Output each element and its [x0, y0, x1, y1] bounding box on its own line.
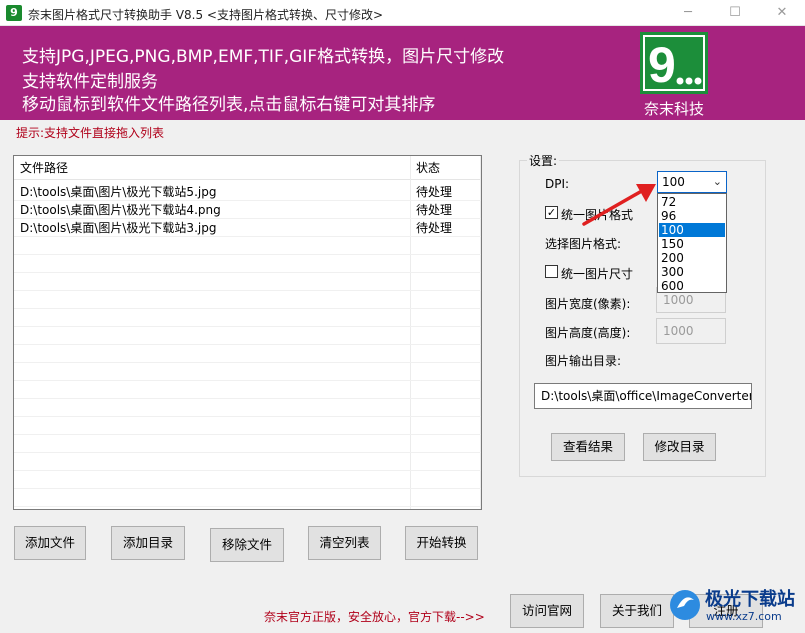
start-convert-button[interactable]: 开始转换 — [405, 526, 478, 560]
output-dir-field[interactable]: D:\tools\桌面\office\ImageConverter — [534, 383, 752, 409]
list-row-divider — [14, 344, 481, 345]
row-path[interactable]: D:\tools\桌面\图片\极光下载站4.png — [20, 201, 221, 219]
settings-label: 设置: — [527, 152, 560, 169]
minimize-button[interactable]: ─ — [665, 0, 711, 26]
dpi-dropdown-list[interactable]: 72 96 100 150 200 300 600 — [657, 193, 727, 293]
list-row-divider — [14, 434, 481, 435]
list-row-divider — [14, 308, 481, 309]
row-status: 待处理 — [416, 185, 453, 199]
promo-text: 奈末官方正版，安全放心，官方下载-->> — [264, 610, 485, 624]
watermark-logo-icon — [670, 590, 700, 620]
list-row-divider — [14, 398, 481, 399]
row-path[interactable]: D:\tools\桌面\图片\极光下载站3.jpg — [20, 219, 216, 237]
list-row-divider — [14, 272, 481, 273]
dpi-option[interactable]: 72 — [659, 195, 725, 209]
list-row-divider — [14, 326, 481, 327]
list-row-divider — [14, 488, 481, 489]
height-input[interactable]: 1000 — [656, 318, 726, 344]
list-row-divider — [14, 452, 481, 453]
column-header-path[interactable]: 文件路径 — [14, 156, 410, 180]
add-directory-button[interactable]: 添加目录 — [111, 526, 185, 560]
app-icon: 9 — [6, 5, 22, 21]
view-result-button[interactable]: 查看结果 — [551, 433, 625, 461]
banner-line-sort: 移动鼠标到软件文件路径列表,点击鼠标右键可对其排序 — [22, 95, 436, 115]
svg-text:9: 9 — [648, 37, 676, 93]
add-file-button[interactable]: 添加文件 — [14, 526, 86, 560]
unify-size-checkbox[interactable] — [545, 265, 558, 278]
height-label: 图片高度(高度): — [545, 326, 631, 340]
list-row-divider — [14, 416, 481, 417]
change-dir-button[interactable]: 修改目录 — [643, 433, 716, 461]
window-title: 奈末图片格式尺寸转换助手 V8.5 <支持图片格式转换、尺寸修改> — [28, 8, 384, 22]
watermark-text: 极光下载站 — [705, 589, 795, 610]
list-row-divider — [14, 362, 481, 363]
clear-list-button[interactable]: 清空列表 — [308, 526, 381, 560]
logo-icon: 9 — [640, 32, 708, 94]
dpi-option[interactable]: 600 — [659, 279, 725, 293]
maximize-button[interactable]: ☐ — [712, 0, 758, 26]
dpi-option-selected[interactable]: 100 — [659, 223, 725, 237]
dpi-option[interactable]: 200 — [659, 251, 725, 265]
list-row-divider — [14, 380, 481, 381]
chevron-down-icon: ⌄ — [712, 175, 722, 188]
dpi-value: 100 — [662, 175, 685, 189]
row-path[interactable]: D:\tools\桌面\图片\极光下载站5.jpg — [20, 183, 216, 201]
banner-line-formats: 支持JPG,JPEG,PNG,BMP,EMF,TIF,GIF格式转换，图片尺寸修… — [22, 47, 505, 67]
dpi-select[interactable]: 100 ⌄ — [657, 171, 727, 193]
list-row-divider — [14, 290, 481, 291]
watermark-url: www.xz7.com — [706, 610, 782, 623]
file-list[interactable]: 文件路径 状态 D:\tools\桌面\图片\极光下载站5.jpg 待处理 D:… — [13, 155, 482, 510]
list-row-divider — [14, 254, 481, 255]
dpi-option[interactable]: 96 — [659, 209, 725, 223]
column-divider — [410, 156, 411, 509]
dpi-option[interactable]: 300 — [659, 265, 725, 279]
row-status: 待处理 — [416, 221, 453, 235]
red-arrow-annotation — [582, 184, 656, 226]
logo-text: 奈末科技 — [643, 100, 704, 118]
banner-line-custom: 支持软件定制服务 — [22, 72, 158, 92]
remove-file-button[interactable]: 移除文件 — [210, 528, 284, 562]
column-divider — [480, 156, 481, 509]
dpi-option[interactable]: 150 — [659, 237, 725, 251]
width-label: 图片宽度(像素): — [545, 297, 631, 311]
drag-hint: 提示:支持文件直接拖入列表 — [16, 126, 165, 140]
close-button[interactable]: ✕ — [759, 0, 805, 26]
unify-format-checkbox[interactable]: ✓ — [545, 206, 558, 219]
title-bar: 9 奈末图片格式尺寸转换助手 V8.5 <支持图片格式转换、尺寸修改> ─ ☐ … — [0, 0, 805, 26]
logo: 9 — [640, 32, 708, 94]
unify-size-label[interactable]: 统一图片尺寸 — [561, 265, 633, 282]
dpi-label: DPI: — [545, 177, 570, 191]
select-format-label: 选择图片格式: — [545, 237, 622, 251]
row-status: 待处理 — [416, 203, 453, 217]
list-row-divider — [14, 506, 481, 507]
column-header-status[interactable]: 状态 — [410, 156, 481, 180]
list-row-divider — [14, 470, 481, 471]
visit-site-button[interactable]: 访问官网 — [510, 594, 584, 628]
output-dir-label: 图片输出目录: — [545, 354, 622, 368]
about-button[interactable]: 关于我们 — [600, 594, 674, 628]
